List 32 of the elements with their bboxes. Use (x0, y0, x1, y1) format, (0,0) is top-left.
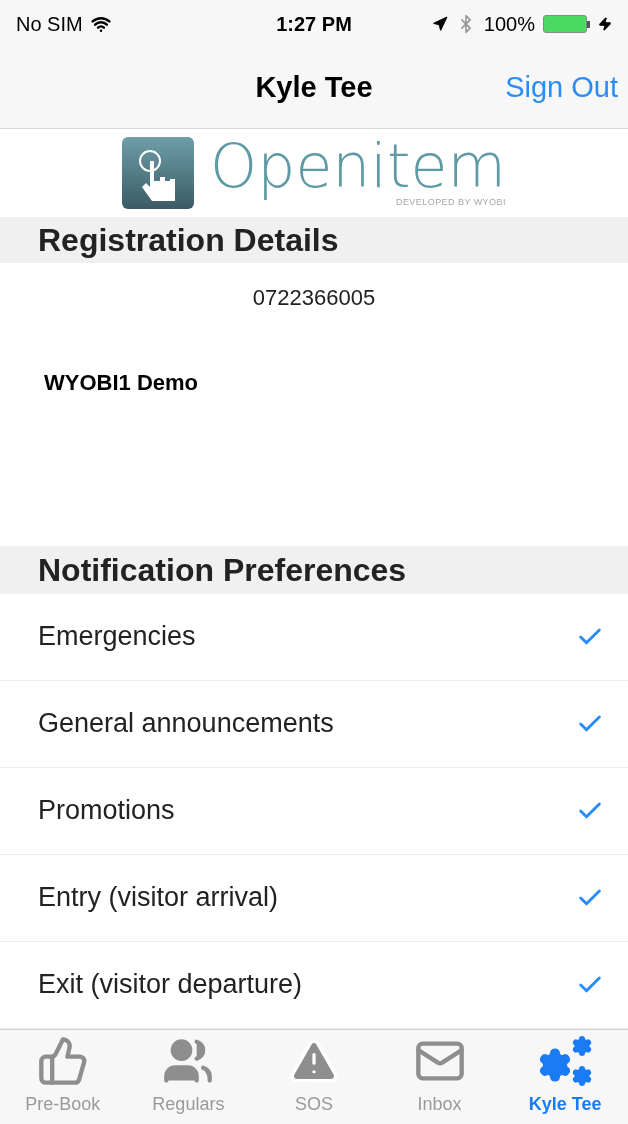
preference-label: Emergencies (38, 620, 196, 654)
preference-row[interactable]: Entry (visitor arrival) (0, 854, 628, 942)
preference-row[interactable]: Exit (visitor departure) (0, 941, 628, 1029)
charging-icon (598, 17, 612, 31)
wifi-icon (90, 14, 111, 34)
clock: 1:27 PM (276, 12, 352, 37)
sign-out-button[interactable]: Sign Out (505, 66, 618, 110)
preference-row[interactable]: Emergencies (0, 593, 628, 681)
logo-tagline: DEVELOPED BY WYOBI (395, 197, 506, 210)
nav-title: Kyle Tee (255, 70, 373, 106)
location-icon (431, 16, 448, 32)
tab[interactable]: Inbox (376, 1029, 503, 1124)
preference-label: Promotions (38, 794, 175, 828)
section-header: Registration Details (0, 216, 628, 263)
preference-label: Exit (visitor departure) (38, 968, 303, 1002)
tab[interactable]: Pre-Book (0, 1029, 126, 1124)
tab[interactable]: Kyle Tee (502, 1029, 628, 1124)
tab[interactable]: Regulars (125, 1029, 252, 1124)
preference-label: Entry (visitor arrival) (38, 881, 279, 915)
preference-label: General announcements (38, 707, 334, 741)
phone-number: 0722366005 (251, 283, 377, 312)
carrier-label: No SIM (16, 12, 83, 37)
preference-row[interactable]: Promotions (0, 767, 628, 855)
gears-icon (537, 1035, 594, 1088)
section-header: Notification Preferences (0, 545, 628, 594)
logo-icon (122, 136, 195, 209)
preference-row[interactable]: General announcements (0, 680, 628, 768)
company-name: WYOBI1 Demo (43, 368, 200, 397)
tab[interactable]: SOS (251, 1029, 377, 1124)
thumbs-up-icon (36, 1035, 89, 1088)
battery-percent: 100% (483, 12, 535, 37)
battery-icon (543, 15, 590, 33)
